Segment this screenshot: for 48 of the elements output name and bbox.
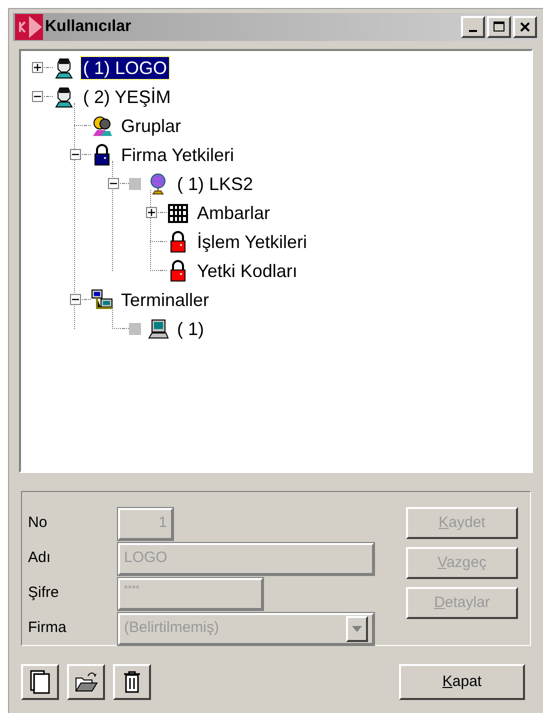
- close-dialog-button[interactable]: Kapat: [399, 664, 525, 700]
- minimize-icon: [469, 30, 477, 32]
- tree-view[interactable]: ( 1) LOGO ( 2) YEŞİM Gruplar Firma Yetkileri ( 1) LKS2 Ambarlar İşlem Yetkileri Yetki Kodları Terminaller ( 1): [19, 49, 533, 473]
- tree-item[interactable]: ( 1) LKS2: [175, 172, 256, 194]
- collapse-toggle[interactable]: [70, 149, 80, 160]
- window-title: Kullanıcılar: [45, 17, 132, 37]
- maximize-icon: [493, 21, 505, 33]
- tree-item[interactable]: Firma Yetkileri: [119, 144, 236, 166]
- user-icon: [53, 86, 75, 108]
- minus-icon: [72, 151, 78, 158]
- users-icon: [91, 114, 113, 136]
- new-button[interactable]: [21, 664, 59, 700]
- field-label: Firma: [28, 618, 68, 638]
- field-label: No: [28, 513, 48, 534]
- open-folder-icon: [74, 670, 98, 694]
- tree-item[interactable]: ( 1) LOGO: [81, 56, 170, 78]
- trash-icon: [121, 670, 143, 694]
- plus-icon: [34, 64, 40, 71]
- tree-item[interactable]: Yetki Kodları: [195, 260, 300, 282]
- expand-toggle[interactable]: [32, 62, 42, 73]
- collapse-toggle[interactable]: [32, 91, 42, 102]
- delete-button[interactable]: [113, 664, 151, 700]
- computer-icon: [147, 318, 169, 340]
- tree-item[interactable]: Gruplar: [119, 114, 184, 136]
- tree-item[interactable]: İşlem Yetkileri: [195, 230, 310, 252]
- close-icon: [519, 21, 531, 33]
- field-label: Şifre: [28, 583, 60, 604]
- open-button[interactable]: [67, 664, 105, 700]
- computers-icon: [91, 288, 113, 310]
- warehouse-icon: [167, 202, 189, 224]
- collapse-toggle[interactable]: [108, 178, 118, 189]
- user-icon: [53, 56, 75, 78]
- plus-icon: [148, 209, 154, 216]
- tree-item[interactable]: Terminaller: [119, 288, 212, 310]
- minimize-button[interactable]: [461, 16, 485, 38]
- minus-icon: [110, 180, 116, 187]
- tree-item[interactable]: Ambarlar: [195, 202, 272, 224]
- field-label: Adı: [28, 548, 52, 568]
- minus-icon: [34, 93, 40, 100]
- close-button[interactable]: [513, 16, 537, 38]
- new-document-icon: [29, 670, 51, 694]
- maximize-button[interactable]: [487, 16, 511, 38]
- expand-toggle[interactable]: [146, 207, 156, 218]
- tree-item[interactable]: ( 1): [175, 318, 206, 340]
- tree-item[interactable]: ( 2) YEŞİM: [81, 86, 173, 108]
- minus-icon: [72, 296, 78, 303]
- app-logo-icon: [15, 14, 43, 40]
- collapse-toggle[interactable]: [70, 294, 80, 305]
